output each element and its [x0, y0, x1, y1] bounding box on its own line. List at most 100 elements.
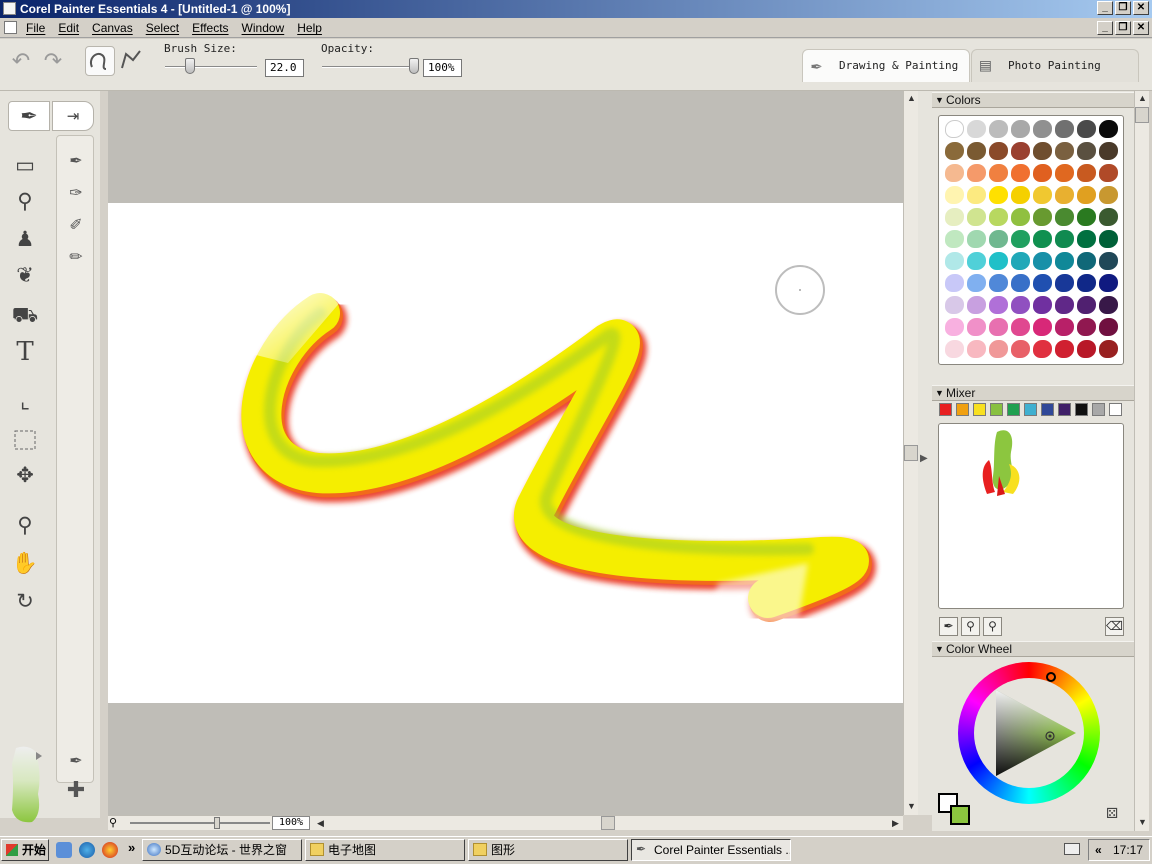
color-swatch[interactable] [945, 252, 964, 270]
vscroll-thumb[interactable] [904, 445, 918, 461]
color-swatch[interactable] [1011, 230, 1030, 248]
mixer-swatch[interactable] [956, 403, 969, 416]
mixer-swatch[interactable] [1024, 403, 1037, 416]
eraser-tool-icon[interactable]: ▭ [8, 151, 42, 181]
opacity-slider-thumb[interactable] [409, 58, 419, 74]
panels-scroll-thumb[interactable] [1135, 107, 1149, 123]
canvas-viewport[interactable] [108, 91, 903, 815]
color-swatch[interactable] [989, 252, 1008, 270]
zoom-tool-icon[interactable]: ⚲ [8, 511, 42, 541]
color-swatch[interactable] [1033, 318, 1052, 336]
canvas-horizontal-scrollbar[interactable]: ⚲ 100% ◀ ▶ [108, 815, 903, 830]
brush-size-field[interactable]: 22.0 [265, 59, 304, 77]
mixer-swatch[interactable] [1075, 403, 1088, 416]
canvas-vertical-scrollbar[interactable]: ▲ ▼ [903, 91, 918, 815]
task-5d-forum[interactable]: 5D互动论坛 - 世界之窗 [142, 839, 302, 861]
opacity-slider-track[interactable] [322, 66, 414, 68]
color-wheel-panel-header[interactable]: ▼ Color Wheel [932, 641, 1134, 657]
color-swatch[interactable] [1099, 230, 1118, 248]
dropper-tool-icon[interactable]: ⚲ [8, 187, 42, 217]
color-swatch[interactable] [989, 296, 1008, 314]
color-swatch[interactable] [1033, 142, 1052, 160]
primary-secondary-colors[interactable] [938, 793, 972, 827]
color-swatch[interactable] [1033, 120, 1052, 138]
crop-tool-icon[interactable]: ⌞ [8, 387, 42, 417]
color-swatch[interactable] [1077, 340, 1096, 358]
brush-variant-3-icon[interactable]: ✐ [61, 212, 91, 240]
color-swatch[interactable] [967, 164, 986, 182]
menu-canvas[interactable]: Canvas [92, 21, 133, 35]
brush-variant-current-icon[interactable]: ✒ [61, 748, 91, 776]
minimize-button[interactable]: _ [1097, 1, 1113, 15]
brush-variant-4-icon[interactable]: ✏ [61, 244, 91, 272]
color-swatch[interactable] [1099, 318, 1118, 336]
scroll-down-arrow-icon[interactable]: ▼ [904, 799, 919, 814]
tab-photo-painting[interactable]: ▤ Photo Painting [971, 49, 1139, 82]
secondary-color-swatch[interactable] [950, 805, 970, 825]
color-swatch[interactable] [945, 120, 964, 138]
color-swatch[interactable] [1033, 186, 1052, 204]
straight-line-button[interactable] [116, 46, 146, 76]
paint-bucket-tool-icon[interactable]: ⛟ [8, 301, 42, 331]
saturation-triangle[interactable] [958, 662, 1100, 804]
collapse-triangle-icon[interactable]: ▼ [935, 386, 944, 401]
color-swatch[interactable] [1077, 252, 1096, 270]
text-tool-icon[interactable]: T [8, 337, 42, 367]
color-swatch[interactable] [1055, 186, 1074, 204]
color-swatch[interactable] [1099, 340, 1118, 358]
colors-panel-header[interactable]: ▼ Colors [932, 92, 1134, 108]
document-icon[interactable] [4, 21, 17, 34]
mixer-clear-trash-icon[interactable]: ⌫ [1105, 617, 1124, 636]
color-swatch[interactable] [1011, 296, 1030, 314]
menu-file[interactable]: File [26, 21, 45, 35]
mixer-panel-header[interactable]: ▼ Mixer [932, 385, 1134, 401]
color-swatch[interactable] [945, 142, 964, 160]
zoom-magnifier-icon[interactable]: ⚲ [109, 816, 123, 830]
color-swatch[interactable] [1055, 208, 1074, 226]
menu-window[interactable]: Window [242, 21, 285, 35]
mixer-pad[interactable] [938, 423, 1124, 609]
color-swatch[interactable] [945, 208, 964, 226]
color-swatch[interactable] [1055, 296, 1074, 314]
mixer-swatch[interactable] [1109, 403, 1122, 416]
color-swatch[interactable] [989, 164, 1008, 182]
color-swatch[interactable] [967, 230, 986, 248]
zoom-level-field[interactable]: 100% [272, 816, 310, 830]
color-swatch[interactable] [1033, 274, 1052, 292]
brush-size-slider-thumb[interactable] [184, 58, 195, 74]
mixer-swatch[interactable] [1041, 403, 1054, 416]
redo-icon[interactable]: ↷ [38, 46, 68, 76]
color-swatch[interactable] [1055, 318, 1074, 336]
color-swatch[interactable] [989, 120, 1008, 138]
color-swatch[interactable] [1099, 208, 1118, 226]
undo-icon[interactable]: ↶ [6, 46, 36, 76]
color-swatch[interactable] [1033, 252, 1052, 270]
panels-scroll-up-icon[interactable]: ▲ [1135, 91, 1150, 106]
color-swatch[interactable] [945, 230, 964, 248]
color-swatch[interactable] [945, 164, 964, 182]
move-tool-icon[interactable]: ✥ [8, 461, 42, 491]
color-swatch[interactable] [945, 274, 964, 292]
color-swatch[interactable] [1099, 186, 1118, 204]
rotate-tool-icon[interactable]: ↻ [8, 587, 42, 617]
doc-restore-button[interactable]: ❐ [1115, 21, 1131, 35]
color-swatch[interactable] [1011, 142, 1030, 160]
mixer-swatch[interactable] [990, 403, 1003, 416]
color-swatch[interactable] [1077, 120, 1096, 138]
mixer-swatch[interactable] [1007, 403, 1020, 416]
color-swatch[interactable] [967, 120, 986, 138]
tab-drawing-painting[interactable]: ✒ Drawing & Painting [802, 49, 970, 82]
color-swatch[interactable] [1077, 318, 1096, 336]
mixer-swatch[interactable] [939, 403, 952, 416]
start-button[interactable]: 开始 [1, 839, 49, 861]
clone-stamp-tool-icon[interactable]: ♟ [8, 225, 42, 255]
menu-select[interactable]: Select [146, 21, 179, 35]
panels-scroll-down-icon[interactable]: ▼ [1135, 815, 1150, 830]
color-swatch[interactable] [989, 186, 1008, 204]
menu-effects[interactable]: Effects [192, 21, 228, 35]
color-swatch[interactable] [967, 142, 986, 160]
mixer-swatch[interactable] [1058, 403, 1071, 416]
eyedropper-tool-icon[interactable]: ❦ [8, 261, 42, 291]
color-swatch[interactable] [1033, 340, 1052, 358]
color-swatch[interactable] [967, 296, 986, 314]
